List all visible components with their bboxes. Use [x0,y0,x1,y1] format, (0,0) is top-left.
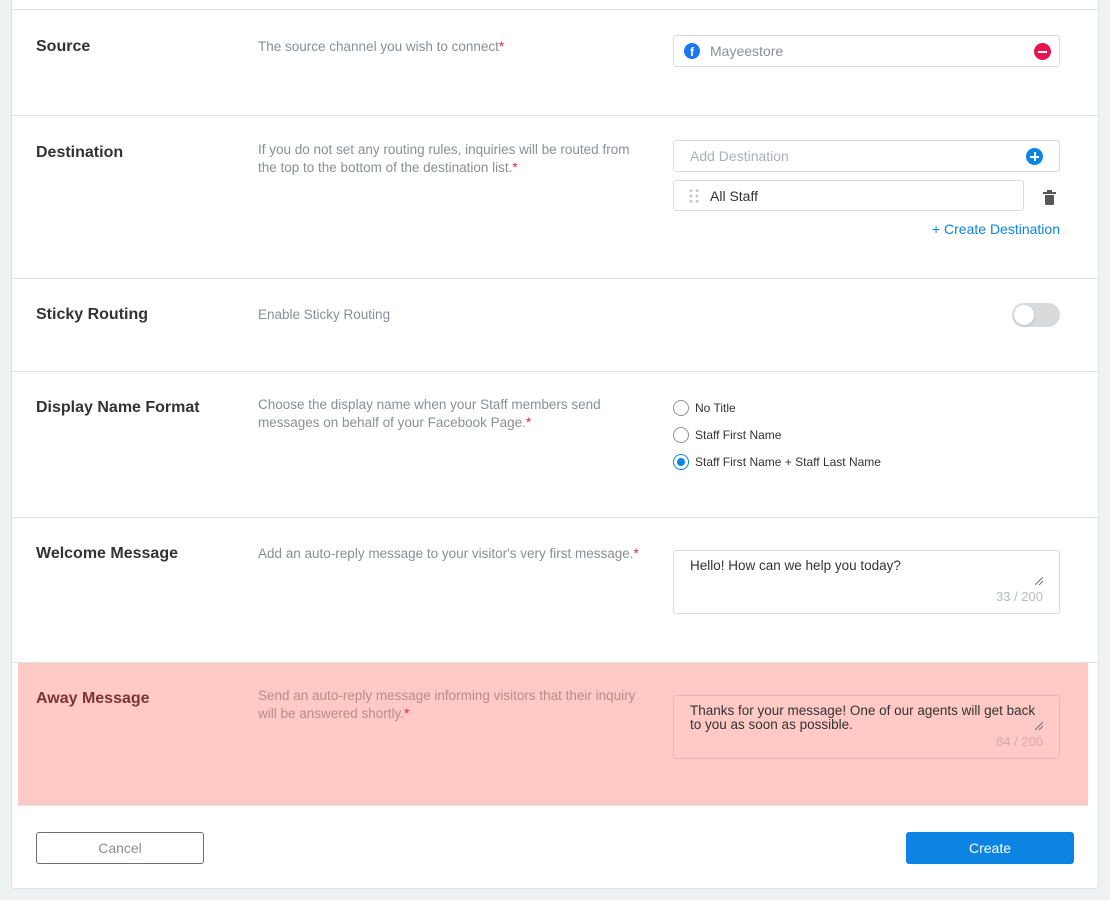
radio-button-checked[interactable] [673,453,689,470]
required-mark: * [525,415,532,430]
welcome-message-text: Hello! How can we help you today? [690,558,901,573]
display-name-format-title: Display Name Format [36,399,200,416]
radio-staff-first-name[interactable]: Staff First Name [673,421,1060,448]
radio-label: No Title [695,400,736,415]
cancel-button[interactable]: Cancel [36,832,204,864]
character-counter: 84 / 200 [996,734,1043,749]
source-channel-field: f Mayeestore [673,35,1060,67]
add-icon[interactable] [1026,148,1043,165]
away-message-description: Send an auto-reply message informing vis… [258,688,636,721]
destination-row: Destination If you do not set any routin… [12,116,1098,279]
required-mark: * [404,706,410,721]
facebook-icon: f [684,43,700,59]
sticky-routing-toggle[interactable] [1012,303,1060,327]
remove-source-icon[interactable] [1034,43,1051,60]
display-name-format-row: Display Name Format Choose the display n… [12,372,1098,518]
add-destination-select[interactable]: Add Destination [673,140,1060,172]
away-message-row: Away Message Send an auto-reply message … [18,663,1088,806]
drag-handle-icon[interactable] [688,187,700,204]
add-destination-placeholder: Add Destination [690,148,789,164]
away-message-text: Thanks for your message! One of our agen… [690,703,1036,732]
trash-icon[interactable] [1043,190,1056,205]
welcome-message-description: Add an auto-reply message to your visito… [258,546,639,561]
radio-button[interactable] [673,426,689,443]
resize-handle-icon[interactable] [1035,577,1043,585]
source-description: The source channel you wish to connect* [258,39,505,54]
create-destination-link[interactable]: + Create Destination [932,221,1060,237]
form-panel: Source The source channel you wish to co… [11,0,1099,889]
destination-description: If you do not set any routing rules, inq… [258,142,630,175]
resize-handle-icon[interactable] [1035,722,1043,730]
destination-title: Destination [36,144,124,161]
welcome-message-row: Welcome Message Add an auto-reply messag… [12,518,1098,663]
character-counter: 33 / 200 [996,589,1043,604]
sticky-routing-description: Enable Sticky Routing [258,307,391,322]
top-divider [12,0,1098,10]
required-mark: * [498,39,505,54]
required-mark: * [633,546,639,561]
required-mark: * [512,160,518,175]
radio-no-title[interactable]: No Title [673,394,1060,421]
sticky-routing-title: Sticky Routing [36,306,149,323]
away-message-textarea[interactable]: Thanks for your message! One of our agen… [673,695,1060,759]
radio-button[interactable] [673,399,689,416]
sticky-routing-row: Sticky Routing Enable Sticky Routing [12,279,1098,372]
source-channel-name: Mayeestore [710,43,784,59]
welcome-message-title: Welcome Message [36,545,178,562]
radio-label: Staff First Name + Staff Last Name [695,454,881,469]
source-title: Source [36,38,91,55]
radio-staff-full-name[interactable]: Staff First Name + Staff Last Name [673,448,1060,475]
welcome-message-textarea[interactable]: Hello! How can we help you today? 33 / 2… [673,550,1060,614]
destination-item[interactable]: All Staff [673,180,1024,211]
create-button[interactable]: Create [906,832,1074,864]
toggle-knob [1014,305,1034,325]
away-message-title: Away Message [36,690,150,707]
display-name-format-description: Choose the display name when your Staff … [258,397,601,430]
radio-label: Staff First Name [695,427,782,442]
destination-item-label: All Staff [710,187,758,204]
source-row: Source The source channel you wish to co… [12,10,1098,116]
